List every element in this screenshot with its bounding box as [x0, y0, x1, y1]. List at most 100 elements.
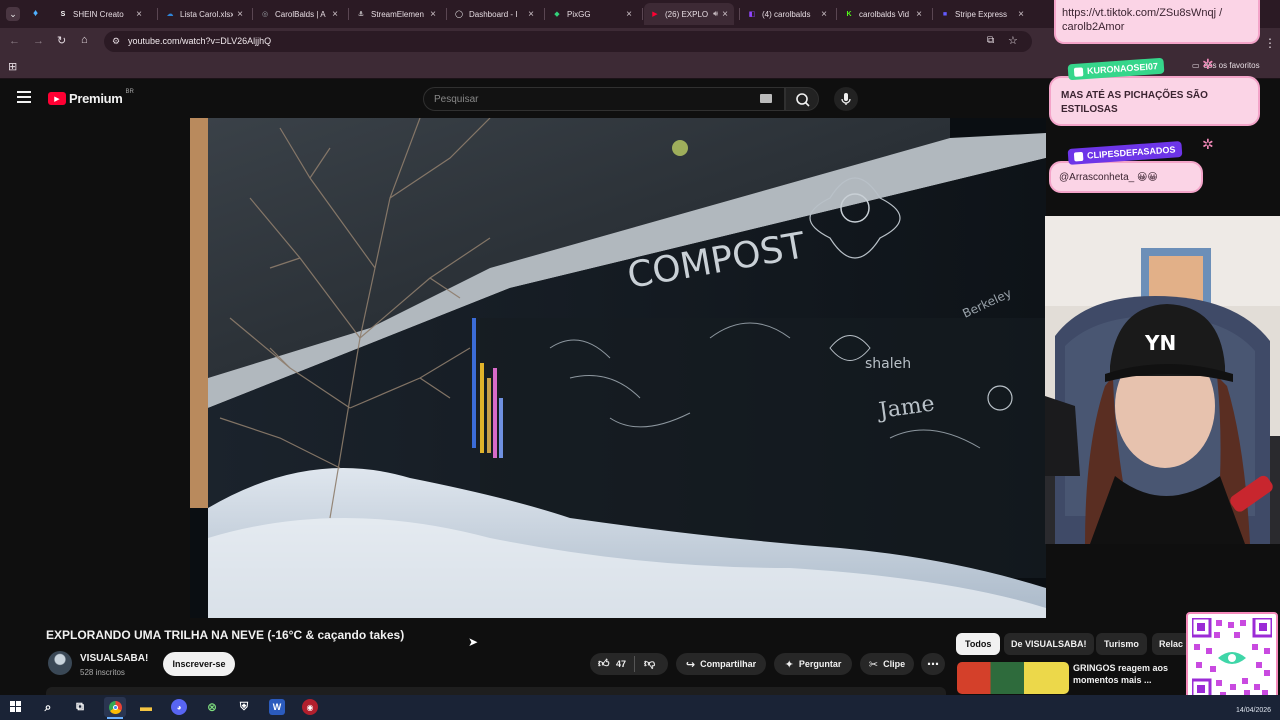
chip-all[interactable]: Todos — [956, 633, 1001, 655]
twitch-badge-icon — [1073, 151, 1084, 162]
active-app-indicator — [107, 717, 123, 719]
tab-close-icon[interactable]: × — [626, 9, 632, 20]
tab-close-icon[interactable]: × — [237, 9, 243, 20]
tab-favicon-icon: ◯ — [455, 11, 463, 18]
svg-text:shaleh: shaleh — [865, 356, 911, 372]
share-label: Compartilhar — [700, 659, 757, 669]
tab-title: Stripe Express — [955, 9, 1008, 19]
webcam-feed: YN — [1045, 216, 1280, 544]
recommended-title[interactable]: GRINGOS reagem aos momentos mais ... — [1073, 662, 1183, 686]
install-app-icon[interactable]: ⧉ — [987, 35, 994, 46]
subscribe-button[interactable]: Inscrever-se — [163, 652, 235, 676]
windows-start-icon[interactable] — [8, 699, 24, 715]
tab-title: PixGG — [567, 9, 591, 19]
tab-separator — [836, 8, 837, 20]
dislike-icon[interactable]: 👎︎ — [644, 657, 655, 670]
like-divider — [634, 656, 635, 672]
browser-tab[interactable]: ◎ CarolBalds | A × — [254, 3, 344, 25]
chip-tourism[interactable]: Turismo — [1096, 633, 1147, 655]
like-icon[interactable]: 👍︎ — [598, 657, 610, 670]
video-frame: COMPOST shaleh Jame Berkeley — [190, 118, 1046, 618]
xbox-taskbar-icon[interactable]: ⊗ — [204, 699, 220, 715]
tab-close-icon[interactable]: × — [136, 9, 142, 20]
webcam-image: YN — [1045, 216, 1280, 544]
tab-separator — [446, 8, 447, 20]
obs-taskbar-icon[interactable]: ◉ — [302, 699, 318, 715]
tab-separator — [642, 8, 643, 20]
browser-tab[interactable]: Kcarolbalds Vid × — [838, 3, 928, 25]
pinned-tab-icon[interactable]: ♦ — [33, 8, 38, 19]
channel-name[interactable]: VISUALSABA! — [80, 653, 148, 664]
word-taskbar-icon[interactable]: W — [269, 699, 285, 715]
tab-close-icon[interactable]: × — [332, 9, 338, 20]
browser-tab[interactable]: ◆ PixGG × — [546, 3, 638, 25]
browser-tab[interactable]: ◧ (4) carolbalds × — [741, 3, 833, 25]
search-button[interactable] — [785, 87, 819, 111]
browser-tab[interactable]: ▶ (26) EXPLO 🔊︎ × — [644, 3, 734, 25]
url-text[interactable]: youtube.com/watch?v=DLV26AljjhQ — [128, 36, 271, 46]
search-input[interactable]: Pesquisar — [423, 87, 785, 111]
tab-close-icon[interactable]: × — [821, 9, 827, 20]
task-view-icon[interactable]: ⧉ — [72, 699, 88, 715]
browser-tab[interactable]: ☁ Lista Carol.xlsx × — [159, 3, 249, 25]
tab-separator — [932, 8, 933, 20]
tab-close-icon[interactable]: × — [722, 9, 728, 20]
tab-audio-icon[interactable]: 🔊︎ — [713, 9, 718, 19]
reload-icon[interactable]: ↻ — [57, 34, 66, 47]
video-player[interactable]: COMPOST shaleh Jame Berkeley — [190, 118, 1046, 618]
chrome-taskbar-icon[interactable] — [104, 697, 126, 717]
clip-button[interactable]: ✂ Clipe — [860, 653, 914, 675]
tab-title: Lista Carol.xlsx — [180, 9, 234, 19]
apps-grid-icon[interactable]: ⊞ — [8, 60, 17, 73]
tab-title: CarolBalds | A — [275, 9, 326, 19]
channel-avatar[interactable] — [48, 651, 72, 675]
browser-menu-icon[interactable]: ⋮ — [1264, 36, 1276, 50]
file-explorer-icon[interactable]: ▬ — [138, 699, 154, 715]
security-taskbar-icon[interactable]: ⛨ — [236, 699, 252, 715]
tab-close-icon[interactable]: × — [1018, 9, 1024, 20]
tab-search-icon[interactable]: ⌄ — [6, 7, 20, 21]
tab-title: Dashboard - I — [469, 9, 518, 19]
home-icon[interactable]: ⌂ — [81, 34, 88, 46]
browser-tab[interactable]: ◯ Dashboard - I × — [448, 3, 540, 25]
tab-favicon-icon: ☁ — [166, 11, 174, 18]
share-icon: ↪ — [685, 658, 696, 671]
like-count[interactable]: 47 — [616, 659, 626, 669]
tab-separator — [739, 8, 740, 20]
forward-icon[interactable]: → — [33, 35, 44, 47]
chat-user-1: KURONAOSEI07 — [1086, 61, 1159, 77]
chip-related[interactable]: Relac — [1152, 633, 1186, 655]
tab-title: carolbalds Vid — [859, 9, 910, 19]
browser-tab[interactable]: ■ Stripe Express × — [934, 3, 1030, 25]
browser-tab[interactable]: S SHEIN Creato × — [52, 3, 148, 25]
scissors-icon: ✂ — [868, 658, 879, 671]
chat-message-1: MAS ATÉ AS PICHAÇÕES SÃO ESTILOSAS — [1049, 76, 1260, 126]
recommended-thumbnail[interactable] — [957, 662, 1069, 694]
chip-from-channel[interactable]: De VISUALSABA! — [1004, 633, 1094, 655]
description-box[interactable] — [46, 687, 946, 695]
ask-button[interactable]: ✦ Perguntar — [774, 653, 852, 675]
share-button[interactable]: ↪ Compartilhar — [676, 653, 766, 675]
tab-close-icon[interactable]: × — [916, 9, 922, 20]
more-actions-icon[interactable]: ⋯ — [921, 653, 945, 675]
tab-close-icon[interactable]: × — [430, 9, 436, 20]
tab-favicon-icon: S — [60, 10, 66, 18]
keyboard-icon[interactable] — [760, 94, 772, 103]
tab-close-icon[interactable]: × — [528, 9, 534, 20]
sparkle-flower-icon: ✲ — [1202, 56, 1214, 72]
tab-favicon-icon: ◧ — [748, 11, 756, 18]
bookmark-star-icon[interactable]: ☆ — [1008, 34, 1018, 47]
discord-taskbar-icon[interactable]: ◕ — [171, 699, 187, 715]
sparkle-flower-icon-2: ✲ — [1202, 136, 1214, 152]
tab-favicon-icon: ◆ — [554, 11, 560, 18]
youtube-premium-logo[interactable]: ▶ Premium BR — [48, 89, 134, 106]
subscriber-count: 528 inscritos — [80, 668, 125, 677]
taskbar-search-icon[interactable]: ⌕ — [40, 699, 56, 715]
back-icon[interactable]: ← — [9, 35, 20, 47]
browser-tab[interactable]: ⚓ StreamElemen × — [350, 3, 442, 25]
chat-user-2: CLIPESDEFASADOS — [1086, 144, 1176, 161]
menu-icon[interactable] — [17, 91, 31, 103]
like-dislike-group: 👍︎ 47 👎︎ — [590, 653, 668, 675]
site-info-icon[interactable]: ⚙ — [112, 36, 120, 47]
voice-search-button[interactable] — [834, 87, 858, 111]
